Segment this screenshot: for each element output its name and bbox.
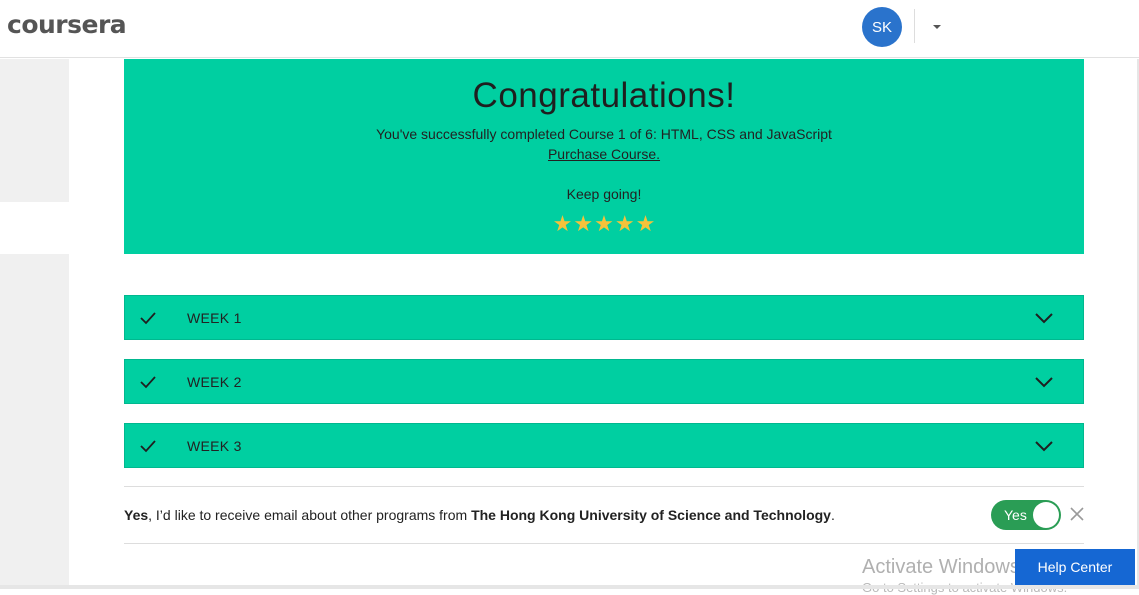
congratulations-banner: Congratulations! You've successfully com… (124, 59, 1084, 254)
left-rail-panel (0, 254, 69, 589)
email-opt-in-row: Yes, I’d like to receive email about oth… (124, 486, 1084, 544)
star-rating[interactable]: ★ ★ ★ ★ ★ (124, 213, 1084, 235)
email-opt-in-lead: Yes (124, 507, 149, 523)
toggle-label: Yes (1004, 507, 1027, 523)
chevron-down-icon[interactable] (1033, 436, 1055, 456)
congratulations-title: Congratulations! (472, 76, 736, 115)
week-accordion-row[interactable]: WEEK 1 (124, 295, 1084, 340)
star-icon[interactable]: ★ (573, 213, 593, 235)
left-rail-panel (0, 59, 69, 202)
checkmark-icon (140, 376, 156, 389)
user-avatar[interactable]: SK (862, 7, 902, 47)
email-opt-in-org: The Hong Kong University of Science and … (471, 507, 831, 523)
checkmark-icon (140, 312, 156, 325)
week-accordion-row[interactable]: WEEK 3 (124, 423, 1084, 468)
activate-windows-watermark: Activate Windows (862, 556, 1020, 578)
week-label: WEEK 1 (187, 310, 242, 326)
star-icon[interactable]: ★ (594, 213, 614, 235)
week-label: WEEK 2 (187, 374, 242, 390)
email-opt-in-body: , I’d like to receive email about other … (148, 507, 472, 523)
star-icon[interactable]: ★ (636, 213, 656, 235)
header-divider (914, 9, 915, 43)
chevron-down-icon[interactable] (1033, 308, 1055, 328)
week-label: WEEK 3 (187, 438, 242, 454)
keep-going-text: Keep going! (566, 186, 642, 202)
help-center-button[interactable]: Help Center (1015, 549, 1135, 585)
coursera-logo[interactable]: coursera (7, 10, 127, 39)
star-icon[interactable]: ★ (615, 213, 635, 235)
toggle-knob (1033, 502, 1059, 528)
email-opt-in-toggle[interactable]: Yes (991, 500, 1061, 530)
week-accordion-row[interactable]: WEEK 2 (124, 359, 1084, 404)
checkmark-icon (140, 440, 156, 453)
star-icon[interactable]: ★ (553, 213, 573, 235)
email-opt-in-trail: . (830, 507, 835, 523)
chevron-down-icon[interactable] (1033, 372, 1055, 392)
email-opt-in-text: Yes, I’d like to receive email about oth… (124, 507, 835, 523)
top-navigation-bar: coursera SK (0, 0, 1139, 58)
account-dropdown-caret-icon[interactable] (933, 25, 941, 29)
horizontal-scrollbar[interactable] (0, 585, 1139, 589)
completion-message: You've successfully completed Course 1 o… (376, 126, 832, 142)
purchase-course-link[interactable]: Purchase Course. (124, 146, 1084, 162)
dismiss-close-icon[interactable] (1068, 505, 1086, 523)
